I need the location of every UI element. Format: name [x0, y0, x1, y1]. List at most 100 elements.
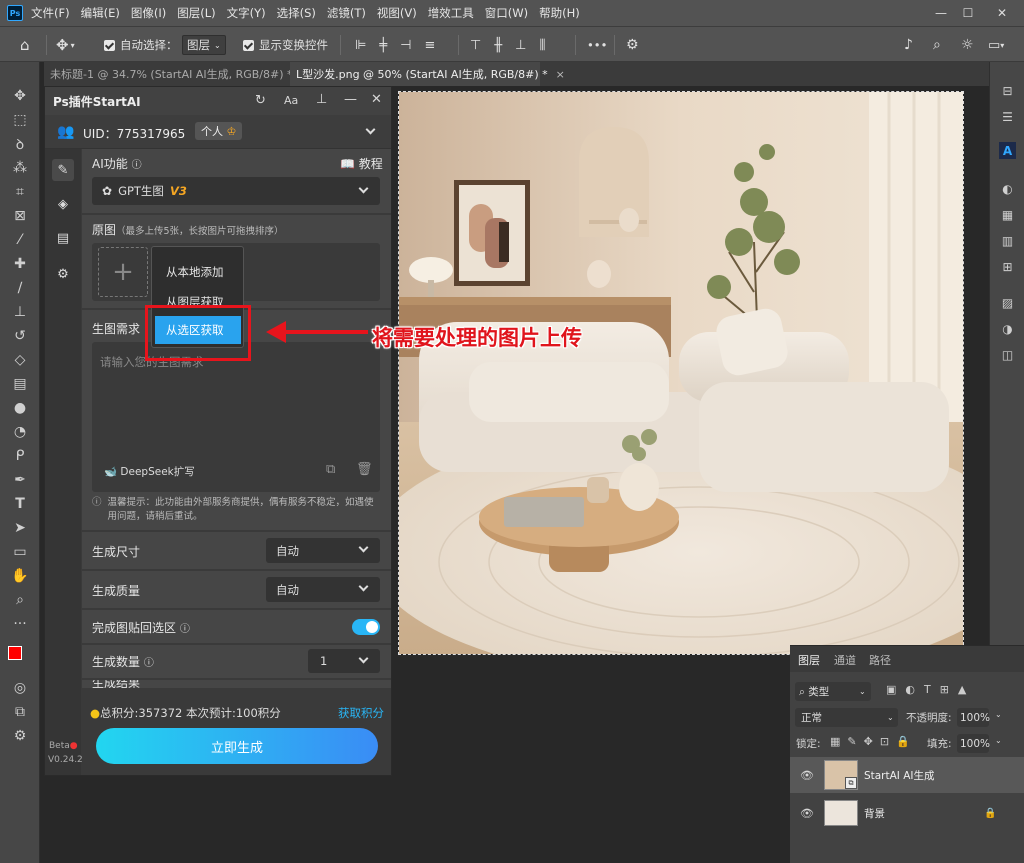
pen-tool-icon[interactable]: ✒ [9, 470, 31, 490]
align-vertical-buttons[interactable]: ⊤ ╫ ⊥ ⫼ [470, 27, 545, 63]
quality-dropdown[interactable]: 自动 [266, 577, 380, 602]
clipboard-icon[interactable]: ▤ [54, 229, 72, 247]
align-top-icon[interactable]: ⊤ [470, 38, 481, 53]
chevron-down-icon[interactable] [365, 124, 376, 135]
hand-tool-icon[interactable]: ✋ [9, 566, 31, 586]
startai-panel-icon[interactable]: A [999, 142, 1016, 159]
menu-plugins[interactable]: 增效工具 [428, 5, 474, 21]
menu-edit[interactable]: 编辑(E) [81, 5, 120, 21]
menu-file[interactable]: 文件(F) [31, 5, 70, 21]
fill-input[interactable]: 100% [957, 734, 990, 753]
marquee-tool-icon[interactable]: ⬚ [9, 110, 31, 130]
stamp-tool-icon[interactable]: ⊥ [9, 302, 31, 322]
path-select-icon[interactable]: ➤ [9, 518, 31, 538]
generate-button[interactable]: 立即生成 [96, 728, 378, 764]
blend-mode-dropdown[interactable]: 正常 ⌄ [795, 708, 898, 727]
layers-stack-icon[interactable]: ◈ [54, 195, 72, 213]
history-icon[interactable]: ⧉ [326, 462, 335, 477]
align-hcenter-icon[interactable]: ╪ [379, 38, 387, 53]
history-brush-icon[interactable]: ↺ [9, 326, 31, 346]
room-photo[interactable] [398, 91, 964, 655]
zoom-tool-icon[interactable]: ⌕ [9, 590, 31, 610]
quick-mask-icon[interactable]: ◎ [9, 678, 31, 698]
type-tool-icon[interactable]: T [9, 494, 31, 514]
bell-icon[interactable]: ♪ [904, 27, 913, 63]
deepseek-expand-button[interactable]: 🐋 DeepSeek扩写 [104, 464, 195, 479]
align-buttons[interactable]: ⊫ ╪ ⊣ ≡ [355, 27, 435, 63]
font-size-icon[interactable]: Aa [284, 94, 298, 107]
auto-select-checkbox[interactable]: 自动选择： [104, 27, 178, 63]
adjustments-panel-icon[interactable]: ◑ [999, 320, 1016, 337]
tab-channels[interactable]: 通道 [834, 652, 856, 668]
paste-back-toggle[interactable] [352, 619, 380, 635]
magic-wand-icon[interactable]: ⁂ [9, 158, 31, 178]
crop-tool-icon[interactable]: ⌗ [9, 182, 31, 202]
brush-tool-icon[interactable]: ∕ [9, 278, 31, 298]
eraser-tool-icon[interactable]: ◇ [9, 350, 31, 370]
home-icon[interactable]: ⌂ [20, 27, 30, 63]
menu-image[interactable]: 图像(I) [131, 5, 166, 21]
menu-view[interactable]: 视图(V) [377, 5, 417, 21]
plan-badge[interactable]: 个人 ♔ [195, 122, 243, 140]
workspace-icon[interactable]: ▭ ▾ [988, 27, 1004, 63]
layer-row-background[interactable]: 👁 背景 🔒 [790, 795, 1024, 831]
eyedropper-icon[interactable]: ⁄ [9, 230, 31, 250]
screen-mode-icon[interactable]: ⧉ [9, 702, 31, 722]
edit-icon[interactable]: ✎ [52, 159, 74, 181]
swatches-panel-icon[interactable]: ▦ [999, 206, 1016, 223]
more-options-button[interactable]: ••• [587, 27, 607, 63]
refresh-icon[interactable]: ↻ [255, 93, 266, 108]
close-panel-icon[interactable]: ✕ [371, 92, 382, 107]
minimize-icon[interactable]: — [926, 0, 956, 26]
foreground-color-swatch[interactable] [8, 646, 22, 660]
menu-select[interactable]: 选择(S) [277, 5, 316, 21]
menu-add-local[interactable]: 从本地添加 [166, 264, 224, 280]
blur-tool-icon[interactable]: ● [9, 398, 31, 418]
layer-row-startai[interactable]: 👁 ⧉ StartAI AI生成 [790, 757, 1024, 793]
gear-icon[interactable]: ⚙ [626, 27, 639, 63]
close-tab-icon[interactable]: × [556, 68, 565, 81]
patterns-panel-icon[interactable]: ⊞ [999, 258, 1016, 275]
align-bottom-icon[interactable]: ⊥ [515, 38, 526, 53]
layer-filter-dropdown[interactable]: ⌕ 类型 ⌄ [795, 682, 871, 701]
opacity-dropdown-icon[interactable]: ⌄ [995, 710, 1002, 719]
lightbulb-icon[interactable]: ☼ [961, 27, 974, 63]
align-vcenter-icon[interactable]: ╫ [494, 38, 502, 53]
visibility-eye-icon[interactable]: 👁 [800, 807, 814, 820]
dodge-tool-icon[interactable]: ◔ [9, 422, 31, 442]
gradients-panel-icon[interactable]: ▥ [999, 232, 1016, 249]
extra-tool-icon[interactable]: ⚙ [9, 726, 31, 746]
prompt-textarea[interactable]: 请输入您的生图需求 🐋 DeepSeek扩写 ⧉ 🗑 [92, 342, 380, 492]
pin-icon[interactable]: ⊥ [316, 92, 327, 107]
channels-panel-icon[interactable]: ◫ [999, 346, 1016, 363]
tab-l-sofa[interactable]: L型沙发.png @ 50% (StartAI AI生成, RGB/8#) * × [290, 62, 565, 86]
fill-dropdown-icon[interactable]: ⌄ [995, 736, 1002, 745]
opacity-input[interactable]: 100% [957, 708, 990, 727]
dodge-tool-icon[interactable]: ᑭ [9, 446, 31, 466]
layer-name[interactable]: 背景 [864, 806, 885, 821]
align-right-icon[interactable]: ⊣ [400, 38, 411, 53]
settings-icon[interactable]: ⚙ [54, 265, 72, 283]
count-dropdown[interactable]: 1 [308, 649, 380, 673]
properties-panel-icon[interactable]: ☰ [999, 108, 1016, 125]
get-points-link[interactable]: 获取积分 [338, 705, 384, 721]
menu-type[interactable]: 文字(Y) [227, 5, 266, 21]
align-left-icon[interactable]: ⊫ [355, 38, 366, 53]
lasso-tool-icon[interactable]: ꝺ [9, 134, 31, 154]
lock-icons[interactable]: ▦✎✥⊡🔒 [830, 735, 917, 748]
distribute-icon[interactable]: ≡ [424, 38, 435, 53]
rectangle-tool-icon[interactable]: ▭ [9, 542, 31, 562]
layer-name[interactable]: StartAI AI生成 [864, 768, 935, 783]
more-tools-icon[interactable]: ··· [9, 614, 31, 634]
tab-paths[interactable]: 路径 [869, 652, 891, 668]
menu-help[interactable]: 帮助(H) [539, 5, 580, 21]
trash-icon[interactable]: 🗑 [356, 462, 373, 477]
size-dropdown[interactable]: 自动 [266, 538, 380, 563]
healing-brush-icon[interactable]: ✚ [9, 254, 31, 274]
close-window-icon[interactable]: ✕ [987, 0, 1017, 26]
gradient-tool-icon[interactable]: ▤ [9, 374, 31, 394]
visibility-eye-icon[interactable]: 👁 [800, 769, 814, 782]
tutorial-link[interactable]: 📖 教程 [340, 155, 383, 172]
layer-filter-icons[interactable]: ▣◐T⊞▲ [886, 683, 975, 696]
tab-layers[interactable]: 图层 [798, 652, 820, 668]
